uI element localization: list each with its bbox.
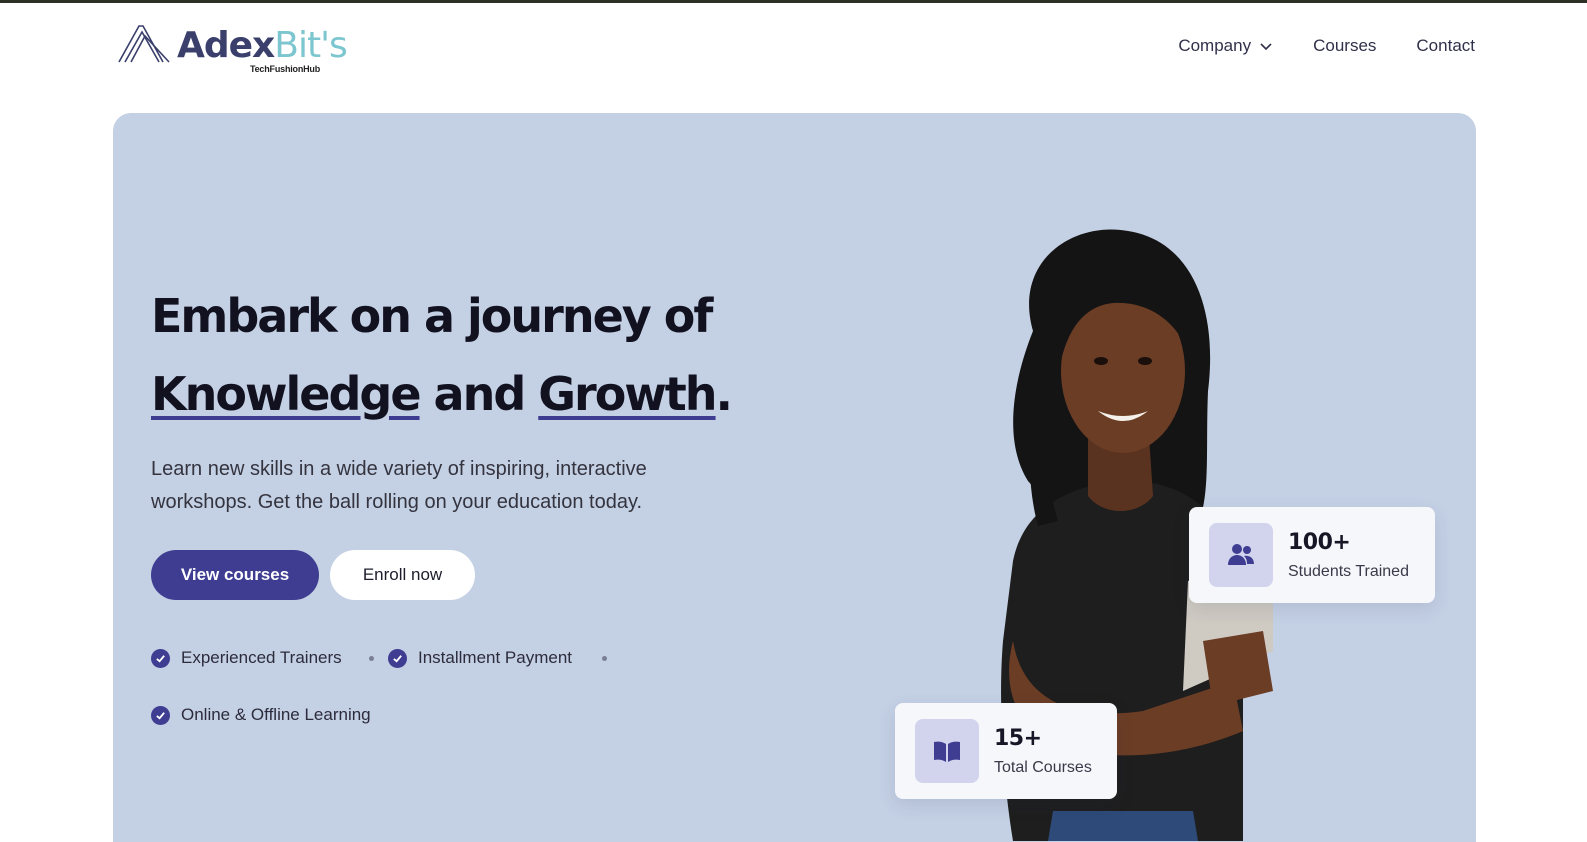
headline-growth: Growth — [538, 367, 717, 421]
headline-line-1: Embark on a journey of — [151, 289, 713, 343]
nav-item-contact[interactable]: Contact — [1416, 36, 1475, 56]
check-circle-icon — [151, 648, 170, 668]
headline-knowledge: Knowledge — [151, 367, 422, 421]
main-nav: Company Courses Contact — [1178, 36, 1475, 56]
book-icon — [915, 719, 979, 783]
feature-label: Installment Payment — [418, 648, 573, 667]
hero-section: Embark on a journey of Knowledge and Gro… — [113, 113, 1476, 842]
brand-logo[interactable]: AdexBit's TechFushionHub — [117, 22, 348, 78]
headline-period: . — [715, 367, 734, 421]
courses-count: 15+ — [994, 725, 1042, 751]
students-count: 100+ — [1288, 529, 1351, 555]
students-label: Students Trained — [1288, 562, 1409, 580]
check-circle-icon — [388, 648, 407, 668]
view-courses-button[interactable]: View courses — [151, 550, 319, 600]
courses-label: Total Courses — [994, 758, 1092, 776]
nav-item-courses[interactable]: Courses — [1313, 36, 1376, 56]
nav-item-label: Company — [1178, 36, 1252, 55]
check-circle-icon — [151, 705, 170, 725]
chevron-down-icon — [1260, 43, 1272, 51]
top-border — [0, 0, 1587, 3]
hero-description: Learn new skills in a wide variety of in… — [151, 458, 647, 513]
enroll-now-button[interactable]: Enroll now — [330, 550, 475, 600]
logo-mark-icon — [118, 25, 170, 63]
courses-stat-card: 15+ Total Courses — [895, 703, 1117, 799]
nav-item-company[interactable]: Company — [1178, 36, 1273, 56]
separator-dot — [369, 656, 374, 661]
feature-item: Online & Offline Learning — [151, 705, 371, 725]
brand-tagline: TechFushionHub — [250, 64, 321, 74]
headline-and: and — [433, 367, 527, 421]
feature-label: Experienced Trainers — [181, 648, 342, 667]
users-icon — [1209, 523, 1273, 587]
feature-label: Online & Offline Learning — [181, 705, 371, 724]
separator-dot — [602, 656, 607, 661]
feature-item: Experienced Trainers — [151, 648, 342, 668]
hero-headline: Embark on a journey of Knowledge and Gro… — [151, 277, 851, 433]
students-stat-card: 100+ Students Trained — [1189, 507, 1435, 603]
nav-item-label: Courses — [1313, 36, 1377, 55]
brand-name: AdexBit's — [177, 25, 348, 66]
feature-item: Installment Payment — [388, 648, 572, 668]
nav-item-label: Contact — [1416, 36, 1475, 55]
